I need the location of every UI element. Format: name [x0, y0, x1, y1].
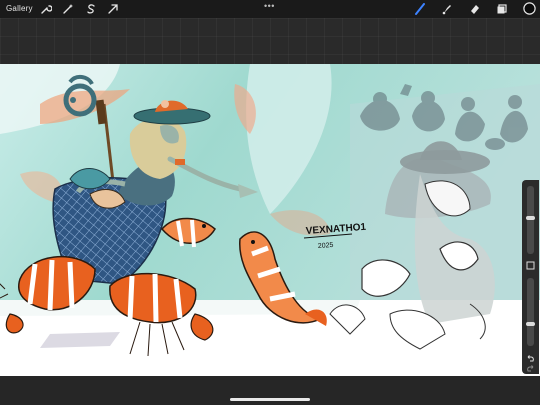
side-toolbar [522, 180, 539, 374]
redo-arrow-icon[interactable] [526, 364, 535, 373]
undo-arrow-icon[interactable] [526, 354, 535, 363]
more-options-dots[interactable]: ••• [264, 1, 275, 11]
brush-size-handle[interactable] [526, 216, 535, 220]
ground-shadow [40, 332, 120, 348]
smudge-icon[interactable] [441, 3, 453, 15]
eraser-icon[interactable] [469, 3, 481, 15]
artwork: VEXNATHO1 2025 [0, 64, 540, 376]
color-swatch[interactable] [523, 2, 536, 15]
layers-icon[interactable] [496, 3, 508, 15]
drawing-canvas[interactable]: VEXNATHO1 2025 [0, 64, 540, 376]
home-indicator[interactable] [230, 398, 310, 401]
selection-s-icon[interactable] [85, 3, 97, 15]
canvas-backdrop-top [0, 18, 540, 64]
opacity-handle[interactable] [526, 322, 535, 326]
signature-year: 2025 [318, 242, 334, 250]
wrench-icon[interactable] [40, 3, 52, 15]
top-toolbar: Gallery ••• [0, 0, 540, 18]
square-icon[interactable] [526, 261, 535, 270]
gallery-button[interactable]: Gallery [6, 4, 33, 13]
magic-wand-icon[interactable] [62, 3, 74, 15]
transform-arrow-icon[interactable] [107, 3, 119, 15]
brush-size-slider[interactable] [526, 186, 535, 254]
opacity-slider[interactable] [526, 278, 535, 346]
brush-icon[interactable] [414, 3, 426, 15]
